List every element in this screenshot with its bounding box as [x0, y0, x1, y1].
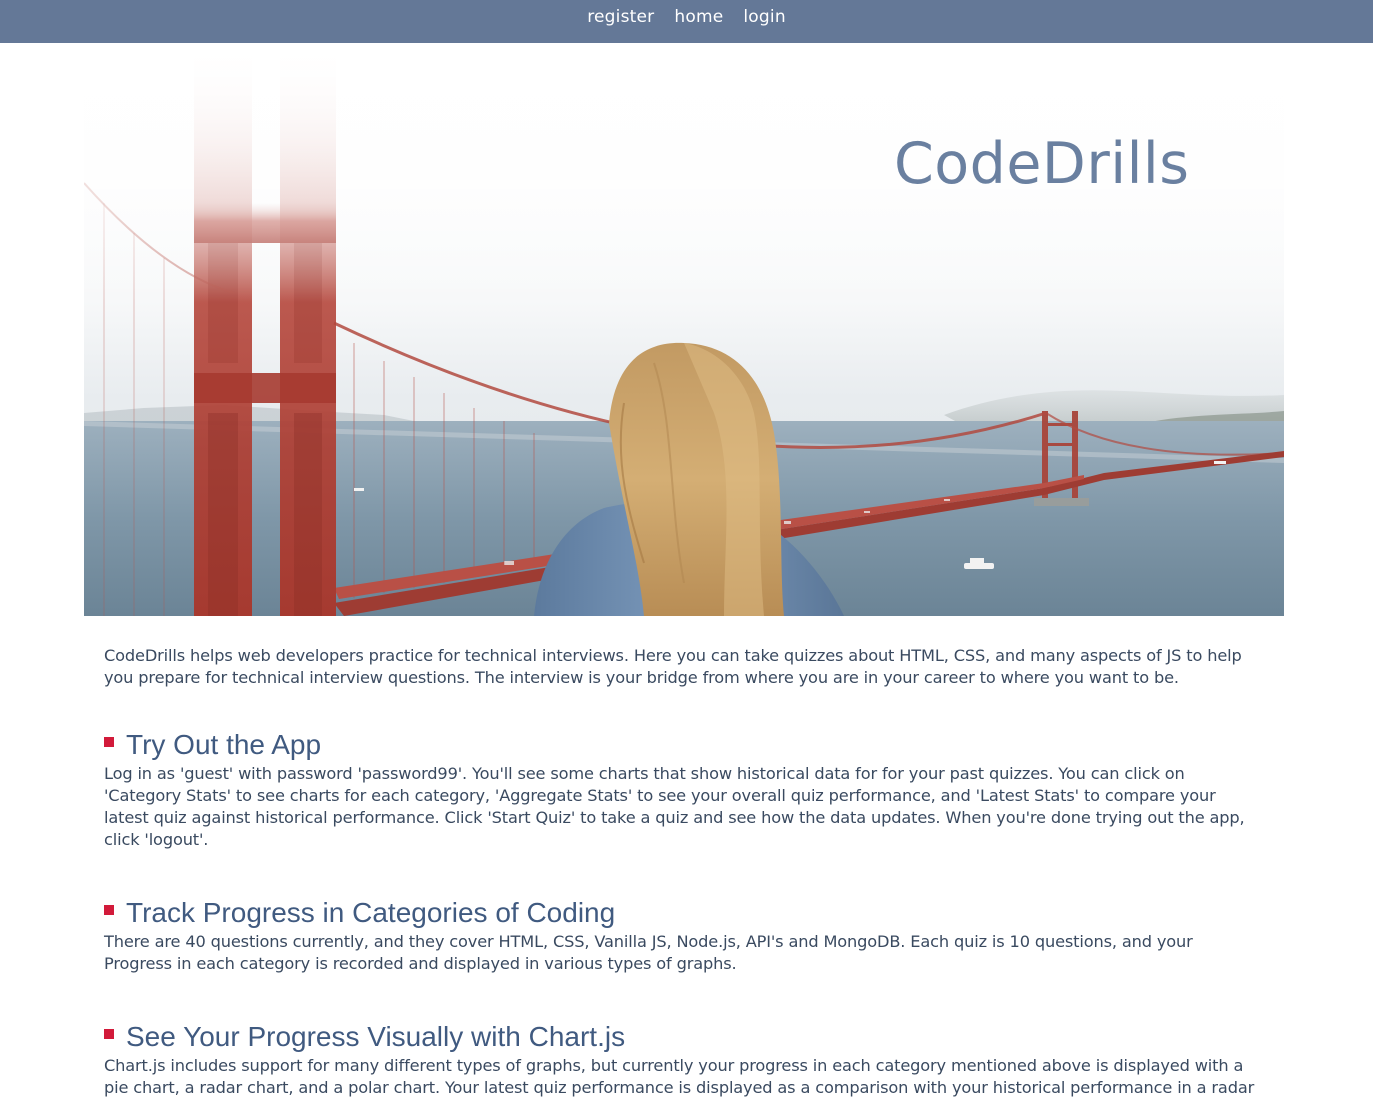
nav-links: register home login: [587, 7, 786, 27]
nav-link-register[interactable]: register: [587, 7, 654, 27]
hero-banner: CodeDrills: [84, 43, 1284, 616]
top-navigation-bar: register home login: [0, 0, 1373, 43]
nav-link-home[interactable]: home: [674, 7, 723, 27]
hero-title: CodeDrills: [894, 131, 1190, 197]
section-text: Log in as 'guest' with password 'passwor…: [104, 764, 1245, 849]
section-heading-row: See Your Progress Visually with Chart.js: [104, 1019, 1264, 1055]
section-text: There are 40 questions currently, and th…: [104, 932, 1193, 973]
nav-link-login[interactable]: login: [743, 7, 785, 27]
section-text: Chart.js includes support for many diffe…: [104, 1056, 1255, 1097]
section-heading: Try Out the App: [126, 729, 322, 760]
section-heading-row: Track Progress in Categories of Coding: [104, 895, 1264, 931]
intro-paragraph: CodeDrills helps web developers practice…: [104, 646, 1242, 687]
section-track-progress: Track Progress in Categories of Coding T…: [104, 895, 1264, 975]
section-try-out-app: Try Out the App Log in as 'guest' with p…: [104, 727, 1264, 851]
section-chartjs-progress: See Your Progress Visually with Chart.js…: [104, 1019, 1264, 1097]
section-heading: See Your Progress Visually with Chart.js: [126, 1021, 626, 1052]
section-heading: Track Progress in Categories of Coding: [126, 897, 616, 928]
red-square-bullet-icon: [104, 737, 114, 747]
hero-image: [84, 43, 1284, 616]
red-square-bullet-icon: [104, 905, 114, 915]
section-heading-row: Try Out the App: [104, 727, 1264, 763]
red-square-bullet-icon: [104, 1029, 114, 1039]
